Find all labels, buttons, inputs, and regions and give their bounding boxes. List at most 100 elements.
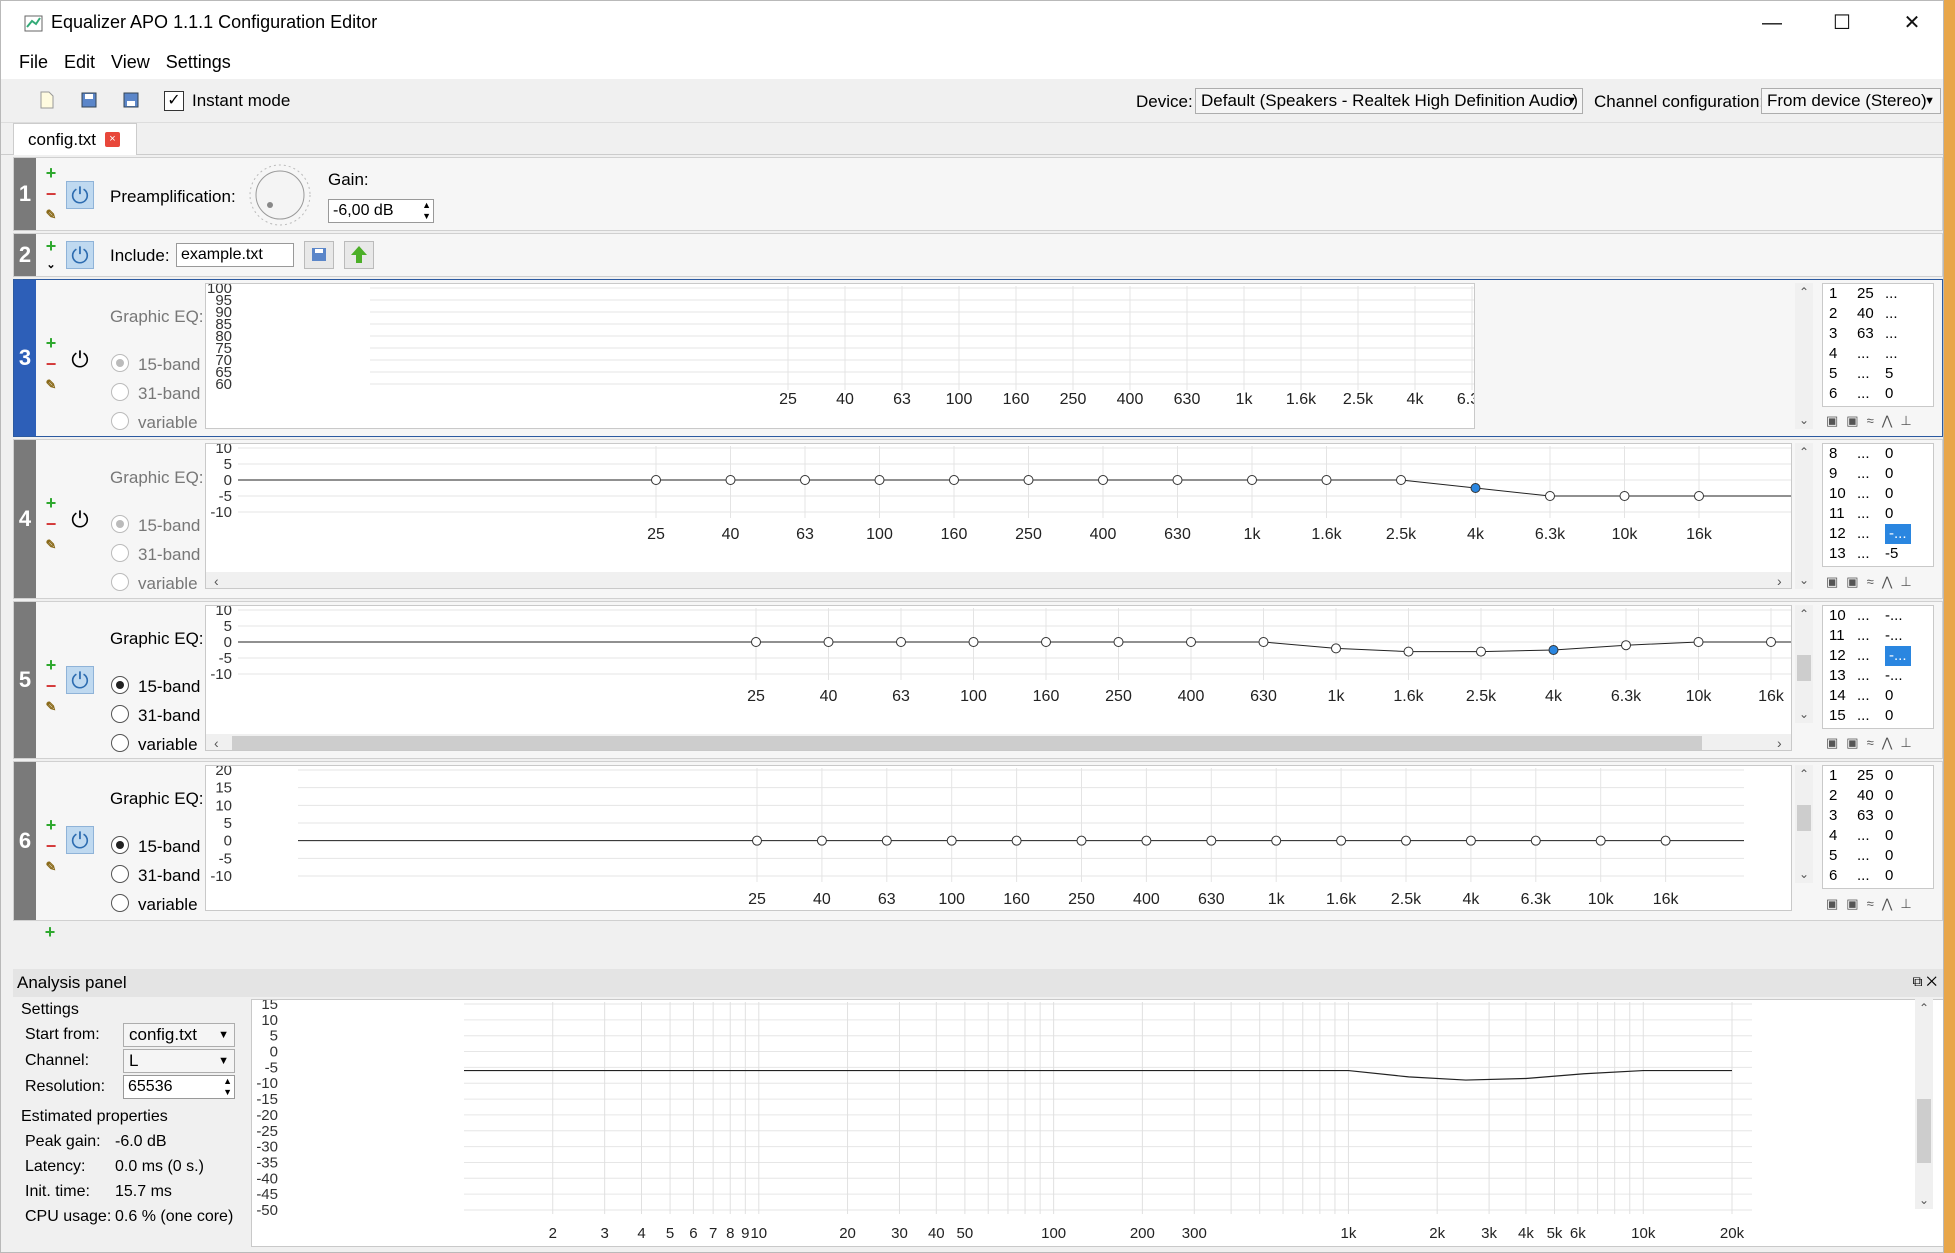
- remove-filter-icon[interactable]: −: [44, 355, 58, 373]
- table-row[interactable]: 10... -...: [1823, 606, 1933, 626]
- scrollbar-thumb[interactable]: [1917, 1099, 1931, 1163]
- expand-icon[interactable]: ⌄: [44, 258, 58, 272]
- table-row[interactable]: 1 25...: [1823, 284, 1933, 304]
- table-row[interactable]: 4... 0: [1823, 826, 1933, 846]
- chevron-down-icon[interactable]: ⌄: [1919, 1193, 1929, 1207]
- radio-variable[interactable]: [111, 412, 129, 430]
- vertical-scrollbar[interactable]: ⌃ ⌄: [1795, 443, 1813, 589]
- table-row[interactable]: 15... 0: [1823, 706, 1933, 726]
- vertical-scrollbar[interactable]: ⌃ ⌄: [1915, 999, 1933, 1209]
- add-filter-icon[interactable]: +: [44, 656, 58, 674]
- edit-filter-icon[interactable]: ✎: [44, 378, 58, 392]
- add-filter-icon[interactable]: +: [44, 237, 58, 255]
- edit-filter-icon[interactable]: ✎: [44, 538, 58, 552]
- band-table[interactable]: 10... -... 11... -... 12... -... 13... -... 14..…: [1822, 605, 1934, 729]
- channel-select[interactable]: L ▼: [123, 1049, 235, 1073]
- maximize-button[interactable]: ☐: [1807, 1, 1877, 45]
- save-file-icon[interactable]: [121, 90, 141, 110]
- radio-15-band[interactable]: [111, 354, 129, 372]
- add-filter-icon[interactable]: +: [43, 923, 57, 941]
- radio-31-band[interactable]: [111, 544, 129, 562]
- power-toggle-icon[interactable]: ⏻: [66, 181, 94, 209]
- add-filter-icon[interactable]: +: [44, 164, 58, 182]
- power-toggle-icon[interactable]: ⏻: [66, 666, 94, 694]
- spin-arrows-icon[interactable]: ▲ ▼: [223, 1076, 232, 1098]
- radio-15-band[interactable]: [111, 836, 129, 854]
- table-row[interactable]: 12... -...: [1823, 524, 1933, 544]
- chevron-up-icon[interactable]: ⌃: [1799, 445, 1809, 459]
- radio-variable[interactable]: [111, 734, 129, 752]
- vertical-scrollbar[interactable]: ⌃ ⌄: [1795, 765, 1813, 883]
- radio-15-band[interactable]: [111, 515, 129, 533]
- table-row[interactable]: 2 40 0: [1823, 786, 1933, 806]
- minimize-button[interactable]: —: [1737, 1, 1807, 45]
- table-row[interactable]: 11... 0: [1823, 504, 1933, 524]
- table-row[interactable]: 5... 5: [1823, 364, 1933, 384]
- geq-graph[interactable]: 100959085807570656025 40 63 100 160 250 400 630…: [206, 284, 1475, 429]
- table-row[interactable]: 9... 0: [1823, 464, 1933, 484]
- power-toggle-icon[interactable]: ⏻: [66, 346, 94, 374]
- tab-config[interactable]: config.txt ×: [13, 123, 137, 155]
- radio-15-band[interactable]: [111, 676, 129, 694]
- radio-variable[interactable]: [111, 894, 129, 912]
- menu-file[interactable]: File: [11, 45, 56, 79]
- table-tool-icons[interactable]: ▣▣≈⋀⊥: [1826, 896, 1920, 912]
- title-bar[interactable]: Equalizer APO 1.1.1 Configuration Editor…: [1, 1, 1943, 45]
- table-row[interactable]: 4......: [1823, 344, 1933, 364]
- geq-plot-4[interactable]: 10 5 0 -5 -10 25 40 63 100 160 250 400 630 1k 1.6k 2.5k…: [205, 443, 1792, 589]
- panel-float-close-icons[interactable]: ⧉ ✕: [1912, 973, 1937, 990]
- table-row[interactable]: 8... 0: [1823, 444, 1933, 464]
- geq-graph[interactable]: 1050-5-1025 40 63 100 160 250 400 630 1k 1.6k 2.5k…: [206, 444, 1792, 589]
- edit-filter-icon[interactable]: ✎: [44, 860, 58, 874]
- table-row[interactable]: 13... -...: [1823, 666, 1933, 686]
- chevron-down-icon[interactable]: ⌄: [1799, 867, 1809, 881]
- table-row[interactable]: 3 63...: [1823, 324, 1933, 344]
- remove-filter-icon[interactable]: −: [44, 515, 58, 533]
- chevron-up-icon[interactable]: ⌃: [1799, 607, 1809, 621]
- vertical-scrollbar[interactable]: ⌃ ⌄: [1795, 283, 1813, 429]
- power-toggle-icon[interactable]: ⏻: [66, 826, 94, 854]
- table-row[interactable]: 11... -...: [1823, 626, 1933, 646]
- scrollbar-thumb[interactable]: [1797, 655, 1811, 681]
- menu-edit[interactable]: Edit: [56, 45, 103, 79]
- table-tool-icons[interactable]: ▣▣≈⋀⊥: [1826, 735, 1920, 751]
- chevron-up-icon[interactable]: ⌃: [1799, 285, 1809, 299]
- add-filter-icon[interactable]: +: [44, 816, 58, 834]
- geq-plot-6[interactable]: 20 15 10 5 0 -5 -10 25 40 63 100 160 250 400 630 1k 1.6k…: [205, 765, 1792, 911]
- power-toggle-icon[interactable]: ⏻: [66, 241, 94, 269]
- response-graph[interactable]: 151050-5-10-15-20-25-30-35-40-45-502 3 4 5 6…: [252, 1000, 1944, 1247]
- table-tool-icons[interactable]: ▣▣≈⋀⊥: [1826, 574, 1920, 590]
- table-row[interactable]: 2 40...: [1823, 304, 1933, 324]
- channel-config-select[interactable]: From device (Stereo) ▼: [1761, 88, 1941, 114]
- resolution-spinbox[interactable]: 65536 ▲ ▼: [123, 1075, 235, 1099]
- power-toggle-icon[interactable]: ⏻: [66, 506, 94, 534]
- radio-31-band[interactable]: [111, 865, 129, 883]
- radio-31-band[interactable]: [111, 705, 129, 723]
- table-row[interactable]: 13... -5: [1823, 544, 1933, 564]
- add-filter-icon[interactable]: +: [44, 334, 58, 352]
- chevron-down-icon[interactable]: ⌄: [1799, 707, 1809, 721]
- close-button[interactable]: ✕: [1877, 1, 1943, 45]
- remove-filter-icon[interactable]: −: [44, 185, 58, 203]
- band-table[interactable]: 1 25 0 2 40 0 3 63 0 4... 0 5... 0 6... 0: [1822, 765, 1934, 889]
- edit-filter-icon[interactable]: ✎: [44, 700, 58, 714]
- chevron-down-icon[interactable]: ⌄: [1799, 413, 1809, 427]
- new-file-icon[interactable]: [37, 90, 57, 110]
- include-file-input[interactable]: example.txt: [176, 243, 294, 267]
- edit-include-button[interactable]: [344, 241, 374, 269]
- remove-filter-icon[interactable]: −: [44, 837, 58, 855]
- menu-view[interactable]: View: [103, 45, 158, 79]
- band-table[interactable]: 1 25... 2 40... 3 63... 4...... 5... 5 6... 0: [1822, 283, 1934, 407]
- close-tab-icon[interactable]: ×: [105, 132, 120, 147]
- table-tool-icons[interactable]: ▣▣≈⋀⊥: [1826, 413, 1920, 429]
- edit-filter-icon[interactable]: ✎: [44, 208, 58, 222]
- spin-arrows-icon[interactable]: ▲ ▼: [422, 200, 431, 222]
- table-row[interactable]: 1 25 0: [1823, 766, 1933, 786]
- geq-plot-3[interactable]: 100 95 90 85 80 75 70 65 60 25 40 63 100 160 250 400 630…: [205, 283, 1475, 429]
- chevron-down-icon[interactable]: ⌄: [1799, 573, 1809, 587]
- table-row[interactable]: 6... 0: [1823, 866, 1933, 886]
- add-filter-icon[interactable]: +: [44, 494, 58, 512]
- gain-spinbox[interactable]: -6,00 dB ▲ ▼: [328, 199, 434, 223]
- start-from-select[interactable]: config.txt ▼: [123, 1023, 235, 1047]
- remove-filter-icon[interactable]: −: [44, 677, 58, 695]
